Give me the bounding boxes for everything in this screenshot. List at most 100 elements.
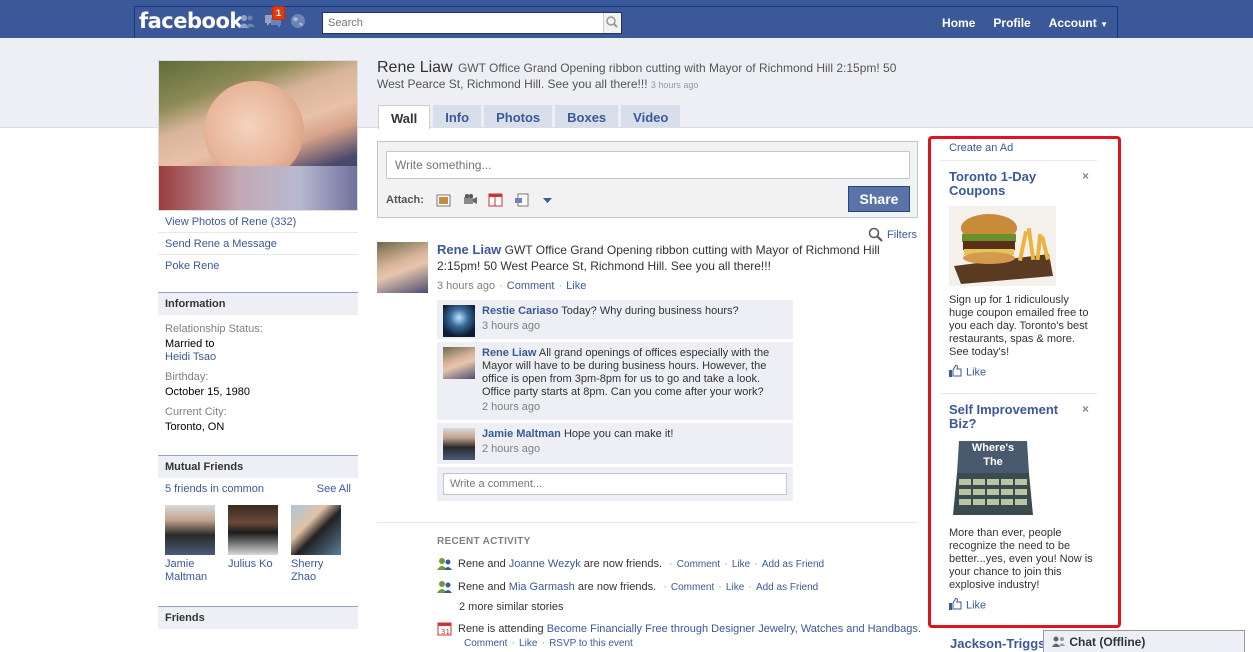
write-something-input[interactable] [386,151,910,179]
see-all-link[interactable]: See All [317,483,351,495]
chat-bar[interactable]: Chat (Offline) [1043,630,1245,652]
partner-link[interactable]: Heidi Tsao [165,351,351,363]
ad-item[interactable]: Toronto 1-Day Coupons × Sign up for 1 ri… [940,160,1097,393]
ad-like-button[interactable]: Like [949,364,987,380]
close-icon[interactable]: × [1082,169,1089,183]
attach-label: Attach: [386,194,424,206]
activity-comment-link[interactable]: Comment [671,582,714,593]
commenter-name[interactable]: Restie Cariaso [482,305,558,317]
ad-title[interactable]: Toronto 1-Day Coupons [949,170,1074,198]
friend-name[interactable]: Jamie Maltman [165,558,215,584]
send-message-link[interactable]: Send Rene a Message [165,238,277,250]
magnifier-icon [868,227,883,242]
friend-name[interactable]: Julius Ko [228,558,278,571]
friend-requests-icon[interactable] [238,13,256,29]
ad-briefcase-image[interactable]: Where's The [949,439,1037,519]
event-link[interactable]: Become Financially Free through Designer… [547,623,921,635]
comment-item: Restie Cariaso Today? Why during busines… [437,300,793,340]
attach-link-icon[interactable] [514,193,530,207]
commenter-photo[interactable] [443,428,475,460]
attach-photo-icon[interactable] [436,193,452,207]
ad-like-button[interactable]: Like [949,597,987,613]
commenter-name[interactable]: Rene Liaw [482,347,536,359]
activity-like-link[interactable]: Like [726,582,744,593]
tab-photos[interactable]: Photos [484,105,553,128]
filters-link[interactable]: Filters [868,227,917,243]
tab-video[interactable]: Video [621,105,681,128]
close-icon[interactable]: × [1082,402,1089,416]
thumbs-up-icon [949,597,962,613]
status-time: 3 hours ago [650,80,699,90]
profile-picture[interactable] [158,60,358,211]
notification-count-badge: 1 [272,6,286,20]
search-input[interactable] [323,13,603,33]
friend-tile[interactable]: Sherry Zhao [291,505,341,584]
activity-friend-link[interactable]: Mia Garmash [509,581,575,593]
activity-text: Rene is attending [458,623,544,635]
story-author-link[interactable]: Rene Liaw [437,242,501,257]
activity-like-link[interactable]: Like [732,559,750,570]
friend-tile[interactable]: Julius Ko [228,505,278,584]
activity-comment-link[interactable]: Comment [677,559,720,570]
tab-boxes[interactable]: Boxes [555,105,619,128]
create-ad-link[interactable]: Create an Ad [949,142,1013,154]
ad-title[interactable]: Self Improvement Biz? [949,403,1074,431]
friend-photo [291,505,341,555]
friend-name-line1: Julius Ko [228,558,273,570]
notifications-globe-icon[interactable] [289,13,307,29]
story-author-photo[interactable] [377,242,428,293]
attach-video-icon[interactable] [462,193,478,207]
story-meta: 3 hours ago · Comment · Like [437,280,587,292]
add-as-friend-link[interactable]: Add as Friend [756,582,818,593]
commenter-photo[interactable] [443,305,475,337]
attach-more-dropdown-icon[interactable] [540,193,556,207]
rsvp-link[interactable]: RSVP to this event [549,638,633,649]
story-comment-link[interactable]: Comment [507,280,555,292]
write-comment-input[interactable] [443,473,787,495]
add-as-friend-link[interactable]: Add as Friend [762,559,824,570]
search-button[interactable] [603,13,621,33]
more-similar-stories-link[interactable]: 2 more similar stories [459,601,564,613]
ad-like-label: Like [966,599,987,612]
comment-list: Restie Cariaso Today? Why during busines… [437,300,793,501]
comment-text: Today? Why during business hours? [561,305,739,317]
comment-time: 2 hours ago [482,443,541,455]
nav-home[interactable]: Home [933,7,984,38]
friends-icon [437,580,453,594]
ad-like-label: Like [966,366,987,379]
friend-name-line1: Jamie [165,558,195,570]
next-ad-title[interactable]: Jackson-Triggs [950,636,1045,651]
ad-text: Sign up for 1 ridiculously huge coupon e… [949,294,1089,358]
share-button[interactable]: Share [848,186,910,212]
view-photos-link[interactable]: View Photos of Rene (332) [165,216,296,228]
friend-tile[interactable]: Jamie Maltman [165,505,215,584]
friends-icon [437,557,453,571]
relationship-label: Relationship Status: [165,323,263,335]
facebook-logo[interactable]: facebook [139,9,243,33]
friend-name[interactable]: Sherry Zhao [291,558,341,584]
friends-in-common-link[interactable]: 5 friends in common [165,483,264,495]
nav-profile[interactable]: Profile [984,7,1039,38]
information-heading: Information [158,292,358,315]
activity-friend-link[interactable]: Joanne Wezyk [509,558,581,570]
tab-wall[interactable]: Wall [378,105,431,129]
thumbs-up-icon [949,364,962,380]
activity-like-link[interactable]: Like [519,638,537,649]
ad-item[interactable]: Self Improvement Biz? × Where's The More… [940,393,1097,626]
activity-comment-link[interactable]: Comment [464,638,507,649]
top-bar: facebook 1 Home Profile Account ▼ [0,0,1253,38]
mutual-friends-grid: Jamie Maltman Julius Ko Sherry Zhao [158,495,358,584]
story-like-link[interactable]: Like [566,280,586,292]
poke-link[interactable]: Poke Rene [165,260,219,272]
mutual-friends-heading: Mutual Friends [158,455,358,478]
nav-account[interactable]: Account ▼ [1040,7,1117,38]
attach-event-icon[interactable] [488,193,504,207]
story-time: 3 hours ago [437,280,496,292]
friend-photo [228,505,278,555]
tab-info[interactable]: Info [433,105,482,128]
comment-item: Jamie Maltman Hope you can make it! 2 ho… [437,423,793,465]
activity-row: Rene and Joanne Wezyk are now friends. ·… [458,558,825,570]
commenter-photo[interactable] [443,347,475,379]
ad-burger-image[interactable] [949,206,1056,286]
commenter-name[interactable]: Jamie Maltman [482,428,561,440]
